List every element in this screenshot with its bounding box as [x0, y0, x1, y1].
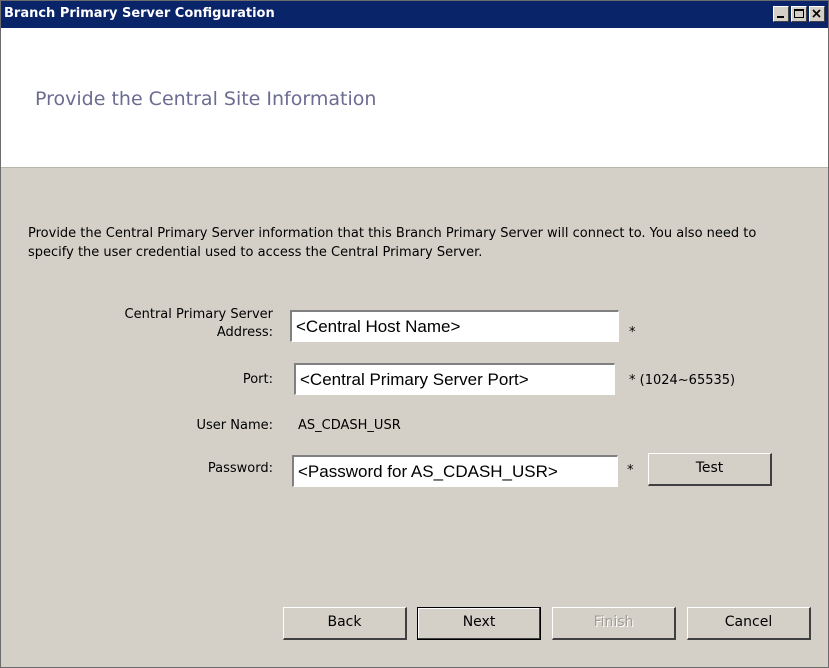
port-input[interactable] [294, 363, 615, 395]
username-label: User Name: [196, 418, 274, 433]
minimize-button[interactable] [773, 6, 789, 22]
address-label-line2: Address: [216, 325, 273, 340]
back-button[interactable]: Back [283, 607, 407, 640]
description-text: Provide the Central Primary Server infor… [28, 226, 757, 260]
maximize-button[interactable] [791, 6, 807, 22]
test-button[interactable]: Test [648, 453, 772, 486]
port-label: Port: [242, 372, 273, 387]
password-required-marker: * [627, 463, 634, 478]
configuration-window: Branch Primary Server Configuration Prov… [0, 0, 829, 668]
close-button[interactable] [809, 6, 825, 22]
window-title: Branch Primary Server Configuration [4, 6, 275, 21]
finish-button: Finish [552, 607, 676, 640]
title-bar[interactable]: Branch Primary Server Configuration [1, 1, 828, 28]
password-label: Password: [207, 461, 273, 476]
minimize-icon [777, 16, 784, 18]
close-icon [812, 9, 821, 18]
address-label: Central Primary Server Address: [125, 306, 273, 342]
next-button[interactable]: Next [417, 607, 541, 640]
page-title: Provide the Central Site Information [35, 88, 377, 110]
port-range-note: * (1024~65535) [629, 373, 736, 388]
address-label-line1: Central Primary Server [124, 307, 273, 322]
wizard-header: Provide the Central Site Information [1, 28, 828, 168]
username-value: AS_CDASH_USR [298, 418, 401, 433]
address-required-marker: * [629, 325, 636, 340]
central-address-input[interactable] [290, 310, 619, 342]
maximize-icon [794, 9, 804, 18]
password-input[interactable] [292, 455, 618, 487]
cancel-button[interactable]: Cancel [687, 607, 811, 640]
